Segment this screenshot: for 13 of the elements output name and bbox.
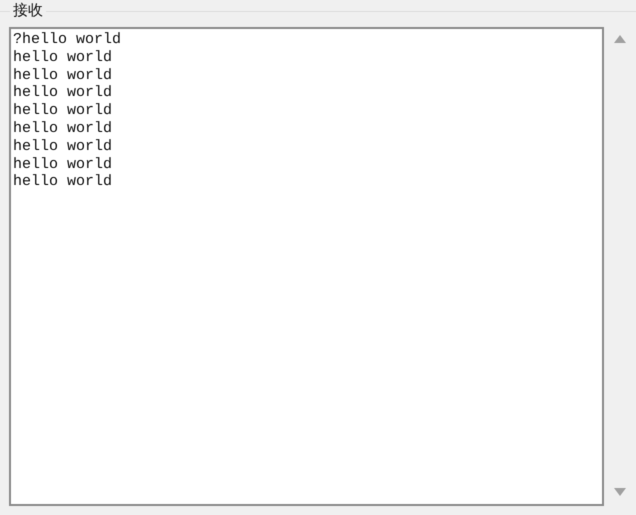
group-title: 接收 (10, 1, 46, 19)
text-line: hello world (13, 84, 112, 102)
scroll-up-icon[interactable] (614, 35, 626, 43)
scroll-down-icon[interactable] (614, 488, 626, 496)
text-line: hello world (13, 102, 112, 120)
text-line: hello world (13, 173, 112, 192)
receive-text-area[interactable]: ?hello world hello world hello world hello world hello world hello world hello world hello world hello world (9, 27, 604, 506)
text-line: ?hello world (13, 31, 122, 49)
text-line: hello world (13, 66, 112, 84)
text-line: hello world (13, 138, 112, 156)
text-line: hello world (13, 156, 112, 174)
text-line: hello world (13, 120, 112, 138)
text-line: hello world (13, 48, 112, 67)
